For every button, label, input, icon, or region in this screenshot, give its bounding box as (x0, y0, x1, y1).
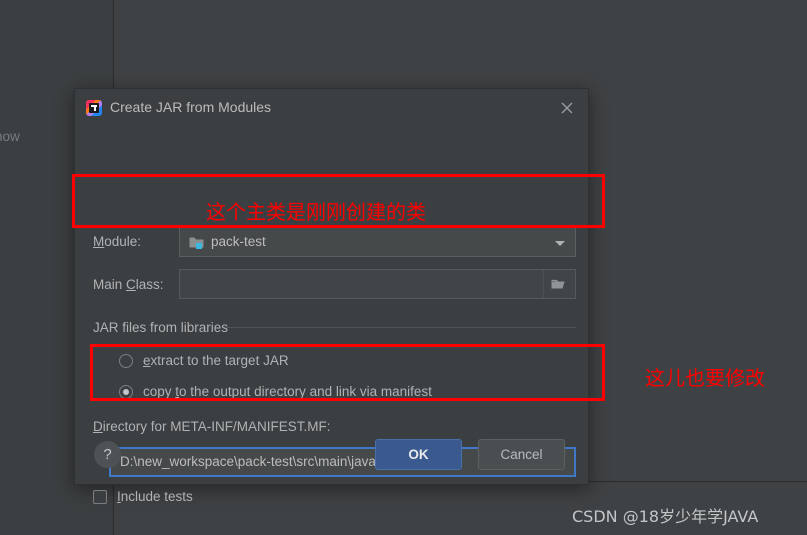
module-label-mnemonic: M (93, 234, 105, 249)
jar-libraries-group-label: JAR files from libraries (93, 320, 229, 335)
radio-extract-indicator[interactable] (119, 354, 133, 368)
module-dropdown[interactable]: pack-test (179, 227, 576, 257)
radio-extract-mnemonic: e (143, 353, 151, 368)
folder-browse-icon (551, 279, 565, 289)
radio-copy-label-pre: copy (143, 384, 176, 399)
module-folder-icon (189, 237, 204, 249)
close-icon[interactable] (557, 98, 577, 118)
radio-copy-label: copy to the output directory and link vi… (143, 384, 432, 399)
main-class-input[interactable] (179, 269, 576, 299)
chevron-down-icon[interactable] (555, 241, 565, 246)
ok-button[interactable]: OK (375, 439, 462, 470)
include-tests-checkbox-indicator[interactable] (93, 490, 107, 504)
radio-extract-label: extract to the target JAR (143, 353, 289, 368)
manifest-directory-mnemonic: D (93, 419, 103, 434)
logo-j-glyph (94, 105, 96, 111)
include-tests-label-rest: nclude tests (120, 489, 193, 504)
intellij-idea-logo-icon (86, 100, 102, 116)
manifest-directory-label-rest: irectory for META-INF/MANIFEST.MF: (102, 419, 331, 434)
main-class-browse-button[interactable] (543, 270, 575, 298)
dialog-title-bar: Create JAR from Modules (75, 89, 588, 127)
main-class-label-mnemonic: C (126, 277, 136, 292)
include-tests-label: Include tests (117, 489, 193, 504)
manifest-directory-value: D:\new_workspace\pack-test\src\main\java (120, 454, 376, 469)
radio-copy-label-rest: o the output directory and link via mani… (179, 384, 432, 399)
group-separator-line (225, 327, 576, 328)
main-class-label-rest: lass: (135, 277, 164, 292)
module-label-rest: odule: (104, 234, 142, 249)
create-jar-dialog: Create JAR from Modules Module: pack-tes… (74, 88, 589, 504)
module-selected-value: pack-test (211, 234, 266, 249)
radio-copy-indicator[interactable] (119, 385, 133, 399)
cancel-button[interactable]: Cancel (478, 439, 565, 470)
help-button[interactable]: ? (94, 441, 121, 468)
manifest-directory-label: Directory for META-INF/MANIFEST.MF: (93, 419, 331, 434)
main-class-label-pre: Main (93, 277, 127, 292)
watermark: CSDN @18岁少年学JAVA (572, 507, 759, 526)
dialog-title: Create JAR from Modules (110, 99, 272, 115)
module-label: Module: (93, 234, 141, 249)
radio-extract-label-rest: xtract to the target JAR (150, 353, 289, 368)
main-class-label: Main Class: (93, 277, 164, 292)
